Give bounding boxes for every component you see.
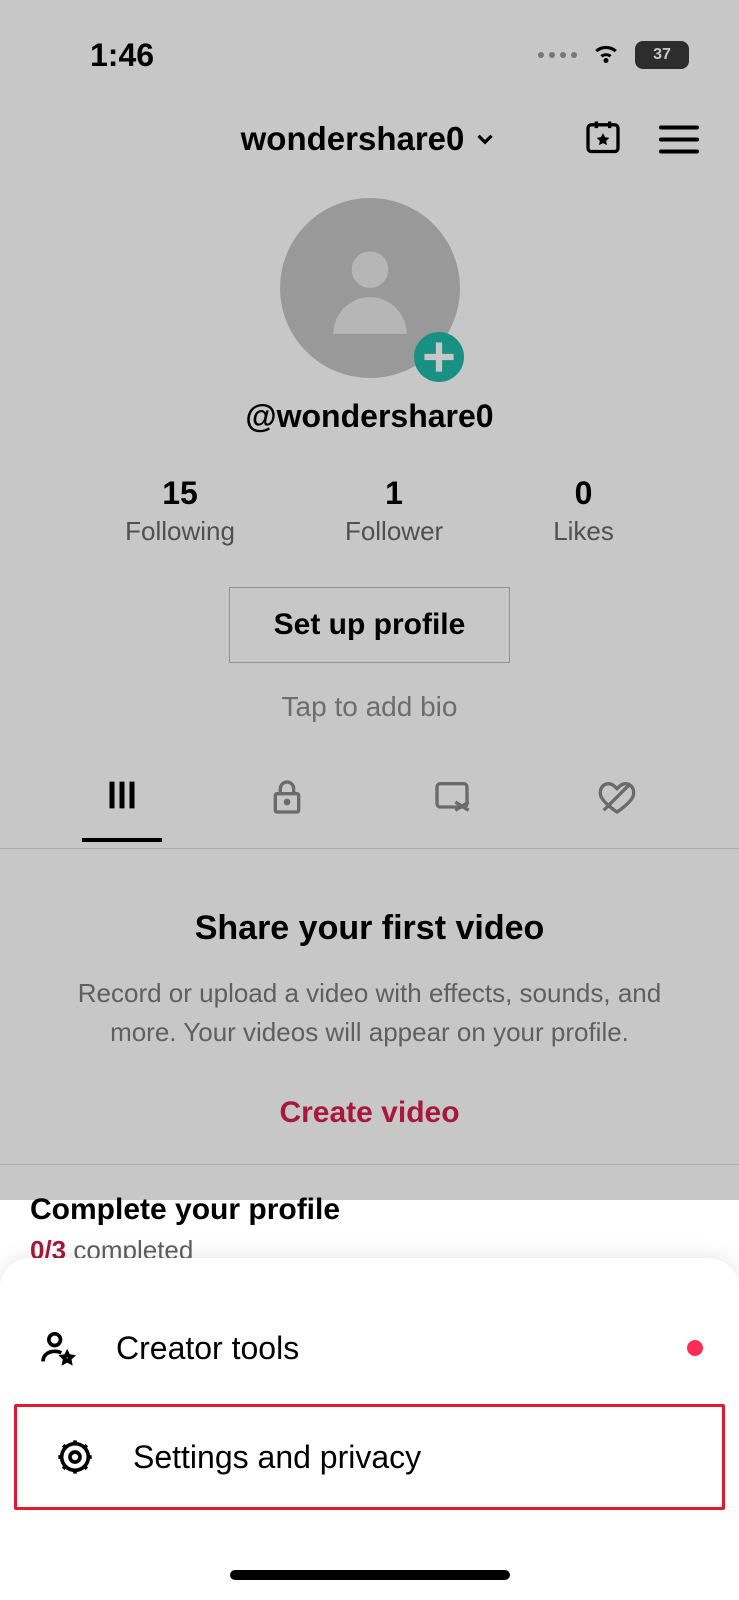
sheet-item-label: Creator tools — [116, 1330, 299, 1367]
chevron-down-icon — [472, 126, 498, 152]
repost-icon — [432, 777, 472, 817]
empty-title: Share your first video — [50, 909, 689, 948]
lock-icon — [267, 777, 307, 817]
username-label: wondershare0 — [241, 120, 465, 158]
plus-icon — [414, 302, 464, 412]
sheet-item-creator-tools[interactable]: Creator tools — [0, 1298, 739, 1398]
sheet-item-settings[interactable]: Settings and privacy — [17, 1407, 722, 1507]
bio-prompt[interactable]: Tap to add bio — [0, 691, 739, 723]
profile-tabs — [0, 763, 739, 849]
battery-indicator: 37 — [635, 41, 689, 69]
setup-profile-button[interactable]: Set up profile — [229, 587, 511, 663]
tab-liked[interactable] — [577, 765, 657, 840]
stat-followers[interactable]: 1 Follower — [345, 475, 443, 547]
profile-stats: 15 Following 1 Follower 0 Likes — [0, 475, 739, 547]
avatar-add-button[interactable] — [414, 332, 464, 382]
empty-subtitle: Record or upload a video with effects, s… — [50, 974, 689, 1052]
avatar[interactable] — [280, 198, 460, 378]
settings-icon — [51, 1437, 99, 1477]
status-bar: 1:46 37 — [0, 0, 739, 90]
tab-private[interactable] — [247, 765, 327, 840]
status-right: 37 — [538, 38, 689, 73]
username-dropdown[interactable]: wondershare0 — [241, 120, 499, 158]
tab-repost[interactable] — [412, 765, 492, 840]
wifi-icon — [591, 38, 621, 73]
complete-profile-title: Complete your profile — [30, 1193, 709, 1227]
status-time: 1:46 — [90, 37, 154, 74]
tab-grid[interactable] — [82, 763, 162, 842]
grid-icon — [102, 775, 142, 815]
heart-off-icon — [597, 777, 637, 817]
creator-tools-icon — [34, 1328, 82, 1368]
profile-header: wondershare0 — [0, 104, 739, 174]
create-video-link[interactable]: Create video — [50, 1096, 689, 1130]
home-indicator[interactable] — [230, 1570, 510, 1580]
status-dots — [538, 52, 577, 58]
annotation-highlight: Settings and privacy — [14, 1404, 725, 1510]
stat-following[interactable]: 15 Following — [125, 475, 235, 547]
calendar-star-button[interactable] — [583, 117, 623, 162]
menu-button[interactable] — [659, 125, 699, 153]
stat-likes[interactable]: 0 Likes — [553, 475, 614, 547]
empty-state: Share your first video Record or upload … — [0, 909, 739, 1130]
notification-dot — [687, 1340, 703, 1356]
sheet-item-label: Settings and privacy — [133, 1439, 421, 1476]
bottom-sheet: Creator tools Settings and privacy — [0, 1258, 739, 1600]
